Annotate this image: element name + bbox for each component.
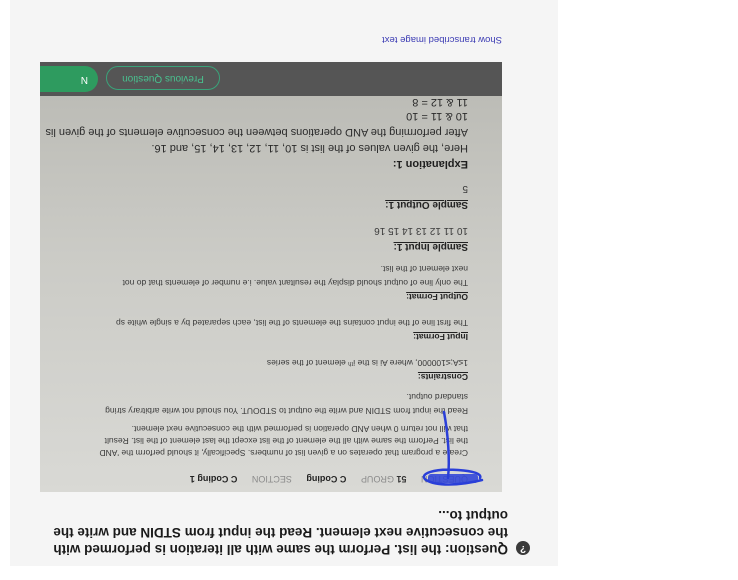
question-number: 51 xyxy=(396,474,407,484)
section-label: SECTION xyxy=(251,474,292,484)
problem-line-1: Create a program that operates on a give… xyxy=(99,448,468,458)
constraints-text: 1≤A;≤100000, where Ai is the iᵗʰ element… xyxy=(266,358,468,368)
sample-input-value: 10 11 12 13 14 15 16 xyxy=(374,225,468,236)
question-header: ? Question: the list. Perform the same w… xyxy=(10,508,530,558)
question-photo: QUESTION 51 GROUP C Coding SECTION C Cod… xyxy=(40,62,502,492)
question-label: QUESTION xyxy=(420,474,468,484)
explanation-line-1: Here, the given values of the list is 10… xyxy=(151,142,468,154)
photo-bottom-bar: Previous Question N xyxy=(40,62,502,96)
question-icon: ? xyxy=(516,541,530,555)
sample-input-heading: Sample Input 1: xyxy=(393,241,468,252)
group-value: C Coding xyxy=(306,474,347,484)
section-value: C Coding 1 xyxy=(189,474,238,484)
sample-output-value: 5 xyxy=(462,183,468,194)
calc-line-2: 11 & 12 = 8 xyxy=(412,96,468,108)
next-question-button[interactable]: N xyxy=(40,66,98,92)
previous-question-button[interactable]: Previous Question xyxy=(106,66,220,90)
problem-line-2: the list. Perform the same with all the … xyxy=(104,436,468,446)
question-text: Question: the list. Perform the same wit… xyxy=(53,508,508,557)
output-format-text-1: The only line of output should display t… xyxy=(122,278,468,288)
group-label: GROUP xyxy=(360,474,394,484)
sample-output-heading: Sample Output 1: xyxy=(385,199,468,210)
input-format-heading: Input Format: xyxy=(413,332,468,342)
problem-line-4: Read the input from STDIN and write the … xyxy=(105,406,468,416)
explanation-heading: Explanation 1: xyxy=(392,158,468,170)
output-format-text-2: next element of the list. xyxy=(380,264,468,274)
problem-line-3: that will not return 0 when AND operatio… xyxy=(131,424,468,434)
constraints-heading: Constraints: xyxy=(417,372,468,382)
rotated-screenshot: ? Question: the list. Perform the same w… xyxy=(0,0,738,580)
problem-line-5: standard output. xyxy=(406,392,468,402)
explanation-line-2: After performing the AND operations betw… xyxy=(45,126,468,138)
input-format-text: The first line of the input contains the… xyxy=(115,318,468,328)
calc-line-1: 10 & 11 = 10 xyxy=(406,110,468,122)
photo-header: QUESTION 51 GROUP C Coding SECTION C Cod… xyxy=(40,466,502,492)
show-transcribed-link[interactable]: Show transcribed image text xyxy=(382,34,502,45)
output-format-heading: Output Format: xyxy=(406,292,468,302)
